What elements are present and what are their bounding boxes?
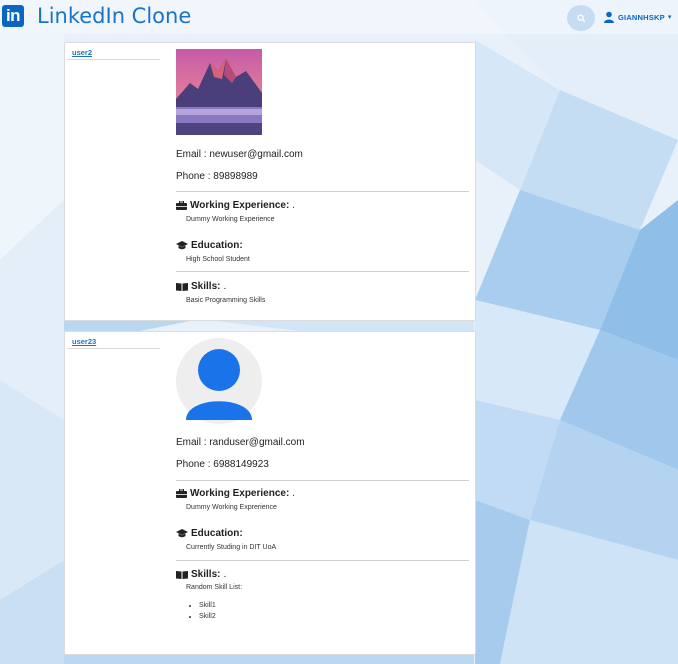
book-open-icon xyxy=(176,283,188,291)
profile-username-link[interactable]: user23 xyxy=(72,337,96,346)
education-title: Education: xyxy=(191,528,243,539)
skills-heading: Skills:. xyxy=(176,569,226,580)
experience-suffix: . xyxy=(292,488,296,499)
app-title[interactable]: LinkedIn Clone xyxy=(37,4,191,28)
section-divider xyxy=(176,480,469,481)
skills-title: Skills: xyxy=(191,281,221,292)
chevron-down-icon: ▾ xyxy=(667,14,672,21)
section-divider xyxy=(176,560,469,561)
user-menu-dropdown[interactable]: GIANNHSKP ▾ xyxy=(603,8,671,26)
phone-text: Phone : 6988149923 xyxy=(176,459,269,470)
phone-text: Phone : 89898989 xyxy=(176,171,258,182)
skills-suffix: . xyxy=(223,281,227,292)
experience-text: Dummy Working Experience xyxy=(186,216,275,223)
education-text: High School Student xyxy=(186,256,250,263)
education-heading: Education: xyxy=(176,528,243,539)
list-item: Skill2 xyxy=(199,611,216,622)
briefcase-icon xyxy=(176,201,187,210)
education-heading: Education: xyxy=(176,240,243,251)
briefcase-icon xyxy=(176,489,187,498)
user-name: GIANNHSKP xyxy=(618,12,665,22)
skills-text: Basic Programming Skills xyxy=(186,297,266,304)
book-open-icon xyxy=(176,571,188,579)
experience-suffix: . xyxy=(292,200,296,211)
education-text: Currently Studing in DIT UoA xyxy=(186,544,277,551)
email-text: Email : randuser@gmail.com xyxy=(176,437,305,448)
username-divider xyxy=(67,348,160,349)
experience-title: Working Experience: xyxy=(190,200,290,211)
graduation-cap-icon xyxy=(176,529,188,538)
profile-card: user2 Email : newuser@gmail.com Phone : … xyxy=(64,42,476,321)
default-avatar-icon xyxy=(176,338,262,424)
linkedin-logo-icon[interactable]: in xyxy=(2,5,24,27)
skills-suffix: . xyxy=(223,569,227,580)
experience-heading: Working Experience:. xyxy=(176,488,295,499)
skills-list: Skill1 Skill2 xyxy=(186,600,216,622)
section-divider xyxy=(176,191,469,192)
top-navbar: in LinkedIn Clone GIANNHSKP ▾ xyxy=(0,0,678,34)
search-icon xyxy=(576,13,585,22)
search-button[interactable] xyxy=(567,5,595,31)
experience-title: Working Experience: xyxy=(190,488,290,499)
experience-heading: Working Experience:. xyxy=(176,200,295,211)
profile-card: user23 Email : randuser@gmail.com Phone … xyxy=(64,331,476,655)
username-divider xyxy=(67,59,160,60)
skills-text: Random Skill List: xyxy=(186,584,243,591)
user-icon xyxy=(604,11,614,23)
skills-heading: Skills:. xyxy=(176,281,226,292)
profile-username-link[interactable]: user2 xyxy=(72,48,92,57)
list-item: Skill1 xyxy=(199,600,216,611)
email-text: Email : newuser@gmail.com xyxy=(176,149,303,160)
education-title: Education: xyxy=(191,240,243,251)
experience-text: Dummy Working Exprerience xyxy=(186,504,277,511)
skills-title: Skills: xyxy=(191,569,221,580)
section-divider xyxy=(176,271,469,272)
profile-photo xyxy=(176,49,262,135)
graduation-cap-icon xyxy=(176,241,188,250)
